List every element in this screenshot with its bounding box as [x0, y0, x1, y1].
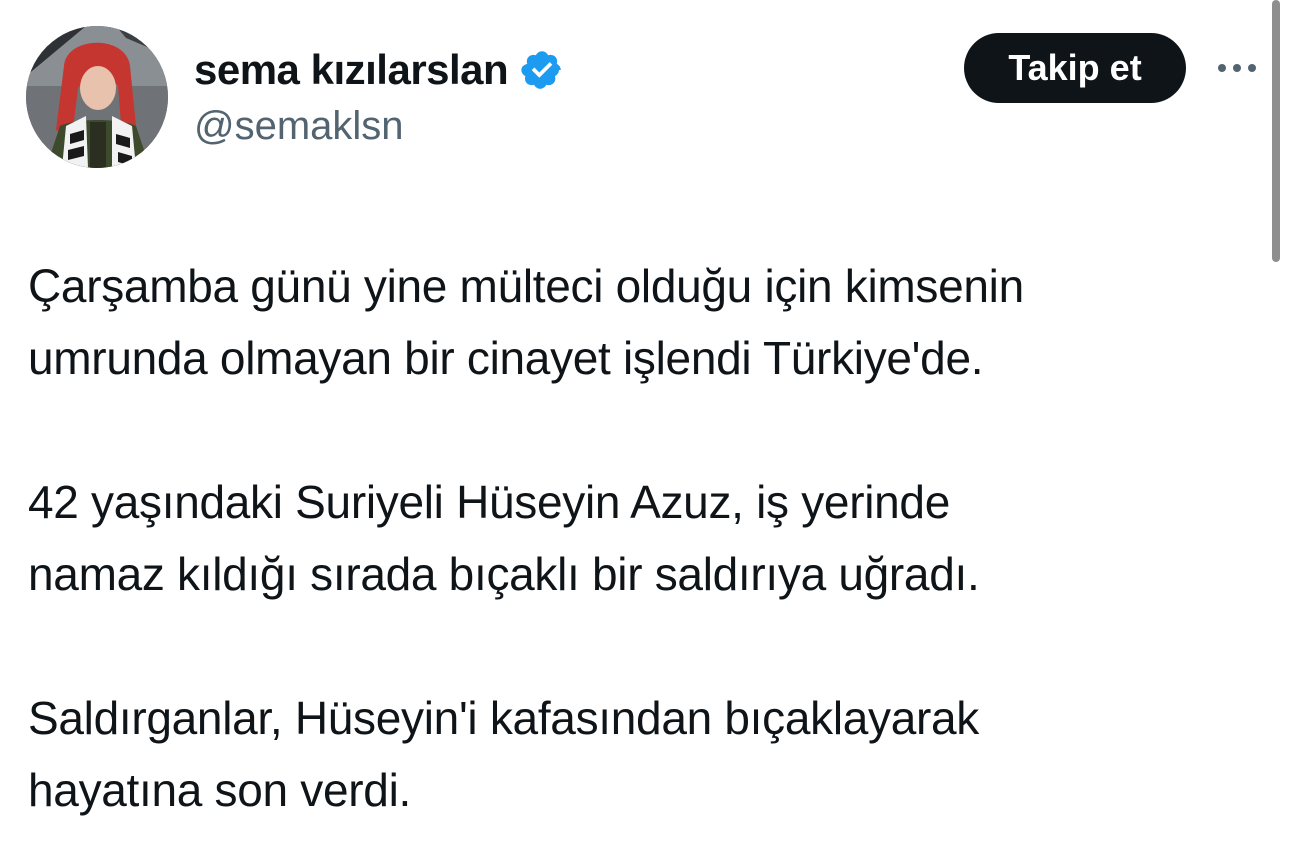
tweet-paragraph: 42 yaşındaki Suriyeli Hüseyin Azuz, iş y…: [28, 466, 1248, 610]
tweet-line: 42 yaşındaki Suriyeli Hüseyin Azuz, iş y…: [28, 476, 950, 528]
tweet-line: Saldırganlar, Hüseyin'i kafasından bıçak…: [28, 692, 980, 744]
avatar-photo: [26, 26, 168, 168]
author-handle[interactable]: @semaklsn: [194, 104, 404, 149]
scrollbar[interactable]: [1272, 0, 1280, 262]
follow-button[interactable]: Takip et: [964, 33, 1186, 103]
tweet: sema kızılarslan @semaklsn Takip et Çarş…: [0, 0, 1290, 847]
tweet-line: umrunda olmayan bir cinayet işlendi Türk…: [28, 332, 984, 384]
author-display-name[interactable]: sema kızılarslan: [194, 46, 509, 94]
more-options-button[interactable]: [1212, 50, 1262, 86]
tweet-paragraph: Saldırganlar, Hüseyin'i kafasından bıçak…: [28, 682, 1248, 826]
avatar[interactable]: [26, 26, 168, 168]
tweet-paragraph: Çarşamba günü yine mülteci olduğu için k…: [28, 250, 1248, 394]
tweet-line: hayatına son verdi.: [28, 764, 411, 816]
tweet-line: Çarşamba günü yine mülteci olduğu için k…: [28, 260, 1024, 312]
tweet-text: Çarşamba günü yine mülteci olduğu için k…: [28, 250, 1248, 826]
author-name-row: sema kızılarslan: [194, 40, 564, 100]
more-horizontal-icon: [1218, 64, 1256, 72]
tweet-line: namaz kıldığı sırada bıçaklı bir saldırı…: [28, 548, 980, 600]
verified-badge-icon: [520, 48, 564, 92]
